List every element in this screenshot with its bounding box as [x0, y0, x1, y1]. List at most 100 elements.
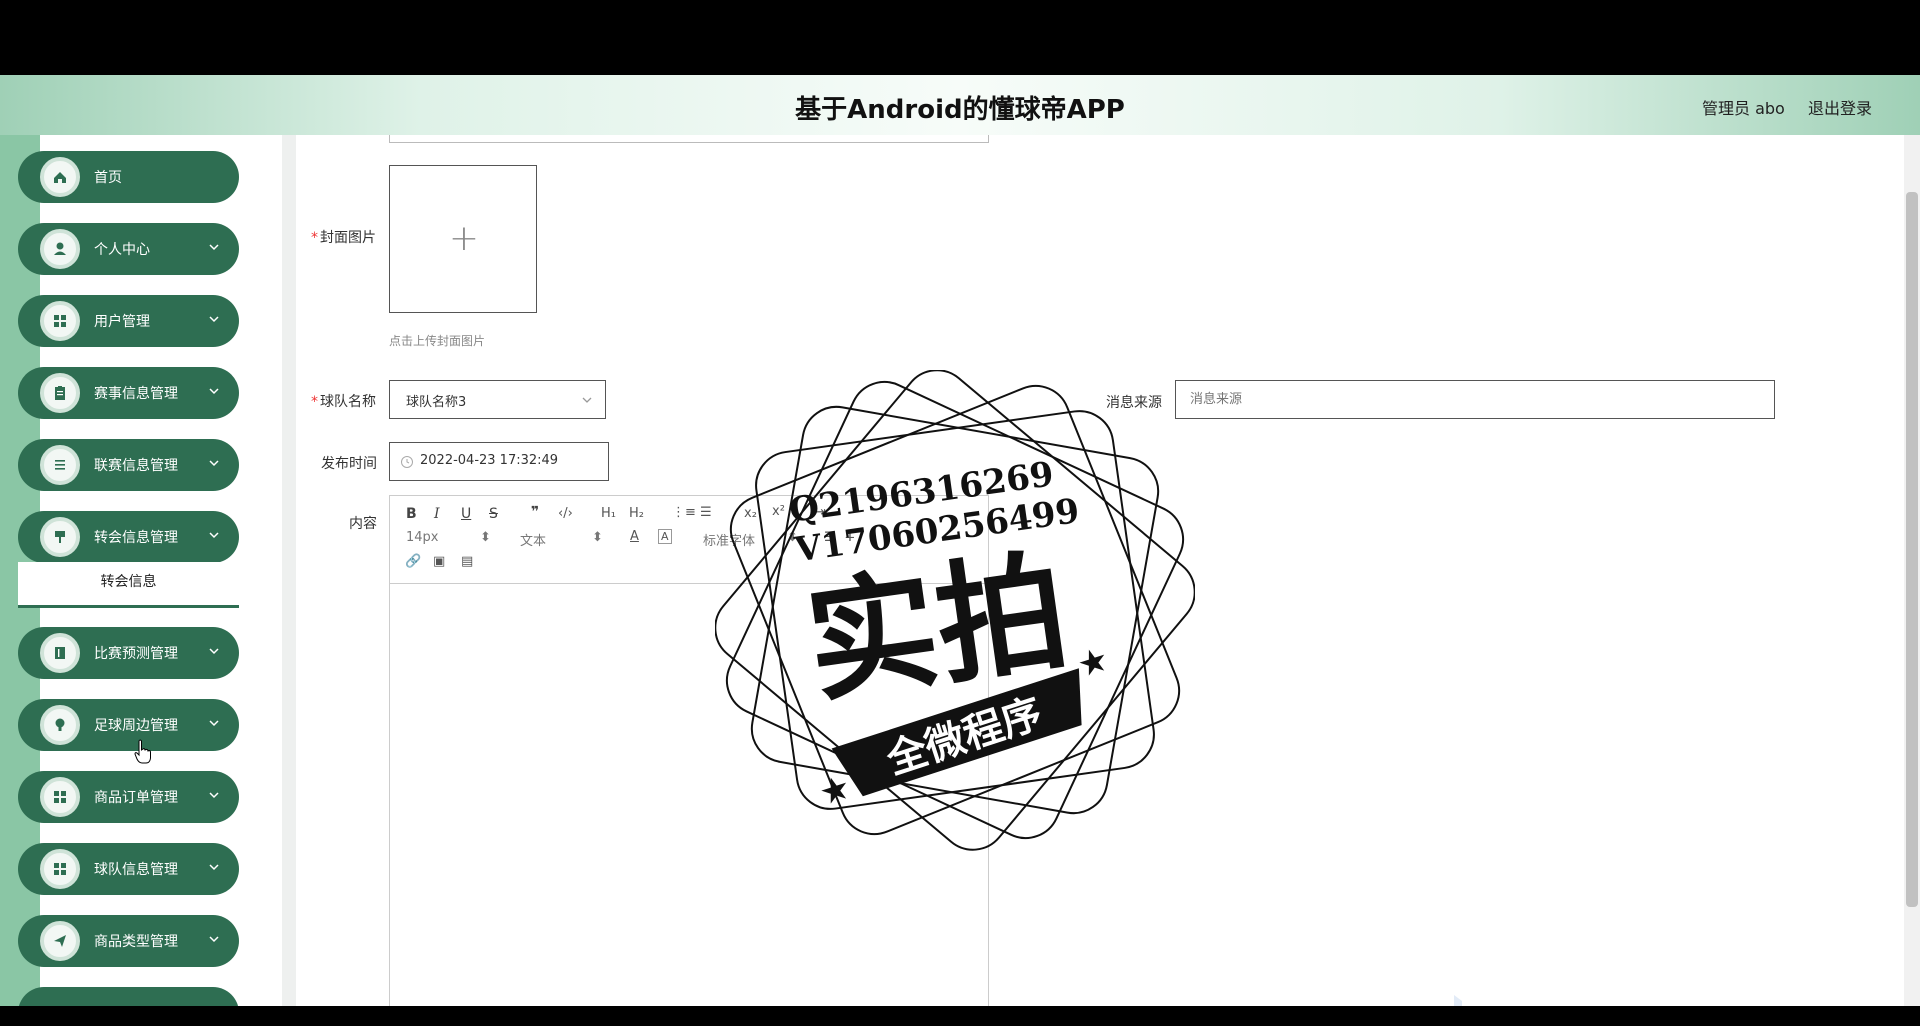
block-type-select[interactable]: 文本 — [520, 530, 546, 549]
icon-badge — [40, 705, 80, 745]
sidebar-item-transfer-info[interactable]: 转会信息管理 — [18, 511, 239, 563]
sidebar-item-label: 转会信息管理 — [94, 530, 178, 546]
icon-badge — [40, 921, 80, 961]
sidebar-item-personal-center[interactable]: 个人中心 — [18, 223, 239, 275]
chevron-down-icon — [209, 648, 219, 655]
sidebar-item-label: 球队信息管理 — [94, 862, 178, 878]
sidebar-item-label: 商品订单管理 — [94, 790, 178, 806]
sidebar-item-label: 首页 — [94, 170, 122, 186]
send-icon — [54, 935, 66, 947]
bullet-list-button[interactable]: ☰ — [700, 505, 712, 520]
team-name-value: 球队名称3 — [406, 395, 467, 410]
sidebar: 首页 个人中心 用户管理 赛事信息管理 联赛信息管理 转会信息管理 转会信息 比… — [0, 135, 270, 1006]
sidebar-item-user-management[interactable]: 用户管理 — [18, 295, 239, 347]
app-window: 基于Android的懂球帝APP 管理员 abo 退出登录 首页 个人中心 用户… — [0, 75, 1920, 1006]
team-name-select[interactable]: 球队名称3 — [389, 380, 606, 419]
link-icon[interactable]: 🔗 — [405, 554, 421, 569]
sidebar-item-team-info[interactable]: 球队信息管理 — [18, 843, 239, 895]
blockquote-button[interactable]: ❞ — [531, 504, 539, 520]
icon-badge — [40, 157, 80, 197]
sidebar-item-label: 用户管理 — [94, 314, 150, 330]
chevron-down-icon — [209, 388, 219, 395]
cover-image-label: * 封面图片 — [311, 230, 376, 246]
icon-badge — [40, 849, 80, 889]
chevron-down-icon — [582, 397, 592, 403]
sidebar-item-label: 个人中心 — [94, 242, 150, 258]
ordered-list-button[interactable]: ⋮≡ — [672, 505, 696, 520]
cover-image-hint: 点击上传封面图片 — [389, 334, 486, 348]
chevron-down-icon — [209, 792, 219, 799]
chevron-down-icon — [209, 460, 219, 467]
italic-button[interactable]: I — [434, 506, 440, 522]
header1-button[interactable]: H₁ — [601, 506, 616, 521]
publish-time-value: 2022-04-23 17:32:49 — [420, 453, 559, 468]
sidebar-item-label: 比赛预测管理 — [94, 646, 178, 662]
sidebar-item-label: 联赛信息管理 — [94, 458, 178, 474]
underline-button[interactable]: U — [461, 506, 471, 522]
icon-badge — [40, 373, 80, 413]
bulb-icon — [55, 718, 65, 731]
source-input[interactable] — [1175, 380, 1775, 419]
content-label: 内容 — [349, 516, 377, 532]
current-user: 管理员 abo — [1702, 99, 1785, 118]
font-size-select[interactable]: 14px — [406, 530, 439, 545]
cover-image-upload[interactable]: + — [389, 165, 537, 313]
clock-icon — [401, 456, 413, 468]
sidebar-item-match-prediction[interactable]: 比赛预测管理 — [18, 627, 239, 679]
grid-icon — [54, 791, 66, 803]
sidebar-item-label: 商品类型管理 — [94, 934, 178, 950]
chevron-down-icon — [209, 864, 219, 871]
content-scroll-thumb[interactable] — [1906, 192, 1918, 907]
icon-badge — [40, 777, 80, 817]
code-block-button[interactable]: ‹/› — [558, 506, 573, 521]
strike-button[interactable]: S — [489, 506, 498, 522]
chevron-down-icon — [209, 244, 219, 251]
book-icon — [55, 647, 65, 659]
grid-icon — [54, 863, 66, 875]
plus-icon: + — [448, 218, 480, 259]
clipboard-icon — [55, 386, 65, 400]
chevron-down-icon — [209, 936, 219, 943]
chevron-down-icon — [209, 720, 219, 727]
corner-logo-icon — [1454, 995, 1462, 1006]
font-size-arrows-icon: ⬍ — [480, 530, 491, 545]
sidebar-item-product-type[interactable]: 商品类型管理 — [18, 915, 239, 967]
icon-badge — [40, 301, 80, 341]
sidebar-item-label: 赛事信息管理 — [94, 386, 178, 402]
user-icon — [54, 242, 66, 255]
previous-field-bottom[interactable] — [389, 135, 989, 143]
sidebar-item-label: 足球周边管理 — [94, 718, 178, 734]
list-icon — [55, 460, 65, 470]
image-icon[interactable]: ▣ — [433, 554, 445, 569]
publish-time-label: 发布时间 — [321, 456, 377, 472]
sidebar-item-more[interactable] — [18, 987, 239, 1006]
header2-button[interactable]: H₂ — [629, 506, 644, 521]
top-header: 基于Android的懂球帝APP 管理员 abo 退出登录 — [0, 75, 1920, 135]
sidebar-item-order-management[interactable]: 商品订单管理 — [18, 771, 239, 823]
mouse-cursor-icon — [134, 739, 151, 764]
background-color-button[interactable]: A — [658, 529, 672, 544]
grid-icon — [54, 315, 66, 327]
watermark-stamp: Q2196316269 V17060256499 实拍 全微程序 ★ ★ — [715, 370, 1195, 851]
video-icon[interactable]: ▤ — [461, 554, 473, 569]
font-color-button[interactable]: A — [630, 529, 639, 544]
submenu-item-transfer-info[interactable]: 转会信息 — [18, 562, 239, 608]
logout-link[interactable]: 退出登录 — [1808, 95, 1872, 119]
team-name-label: * 球队名称 — [311, 394, 376, 410]
sidebar-item-home[interactable]: 首页 — [18, 151, 239, 203]
home-icon — [54, 172, 66, 183]
sidebar-item-match-info[interactable]: 赛事信息管理 — [18, 367, 239, 419]
chevron-up-icon — [209, 532, 219, 539]
bold-button[interactable]: B — [406, 506, 417, 522]
icon-badge — [40, 229, 80, 269]
chevron-down-icon — [209, 316, 219, 323]
app-title: 基于Android的懂球帝APP — [795, 95, 1125, 125]
icon-badge — [40, 445, 80, 485]
sidebar-item-football-merch[interactable]: 足球周边管理 — [18, 699, 239, 751]
icon-badge — [40, 517, 80, 557]
sidebar-item-league-info[interactable]: 联赛信息管理 — [18, 439, 239, 491]
icon-badge — [40, 633, 80, 673]
content-gutter — [282, 135, 296, 1006]
publish-time-picker[interactable]: 2022-04-23 17:32:49 — [389, 442, 609, 481]
brush-icon — [55, 531, 65, 543]
